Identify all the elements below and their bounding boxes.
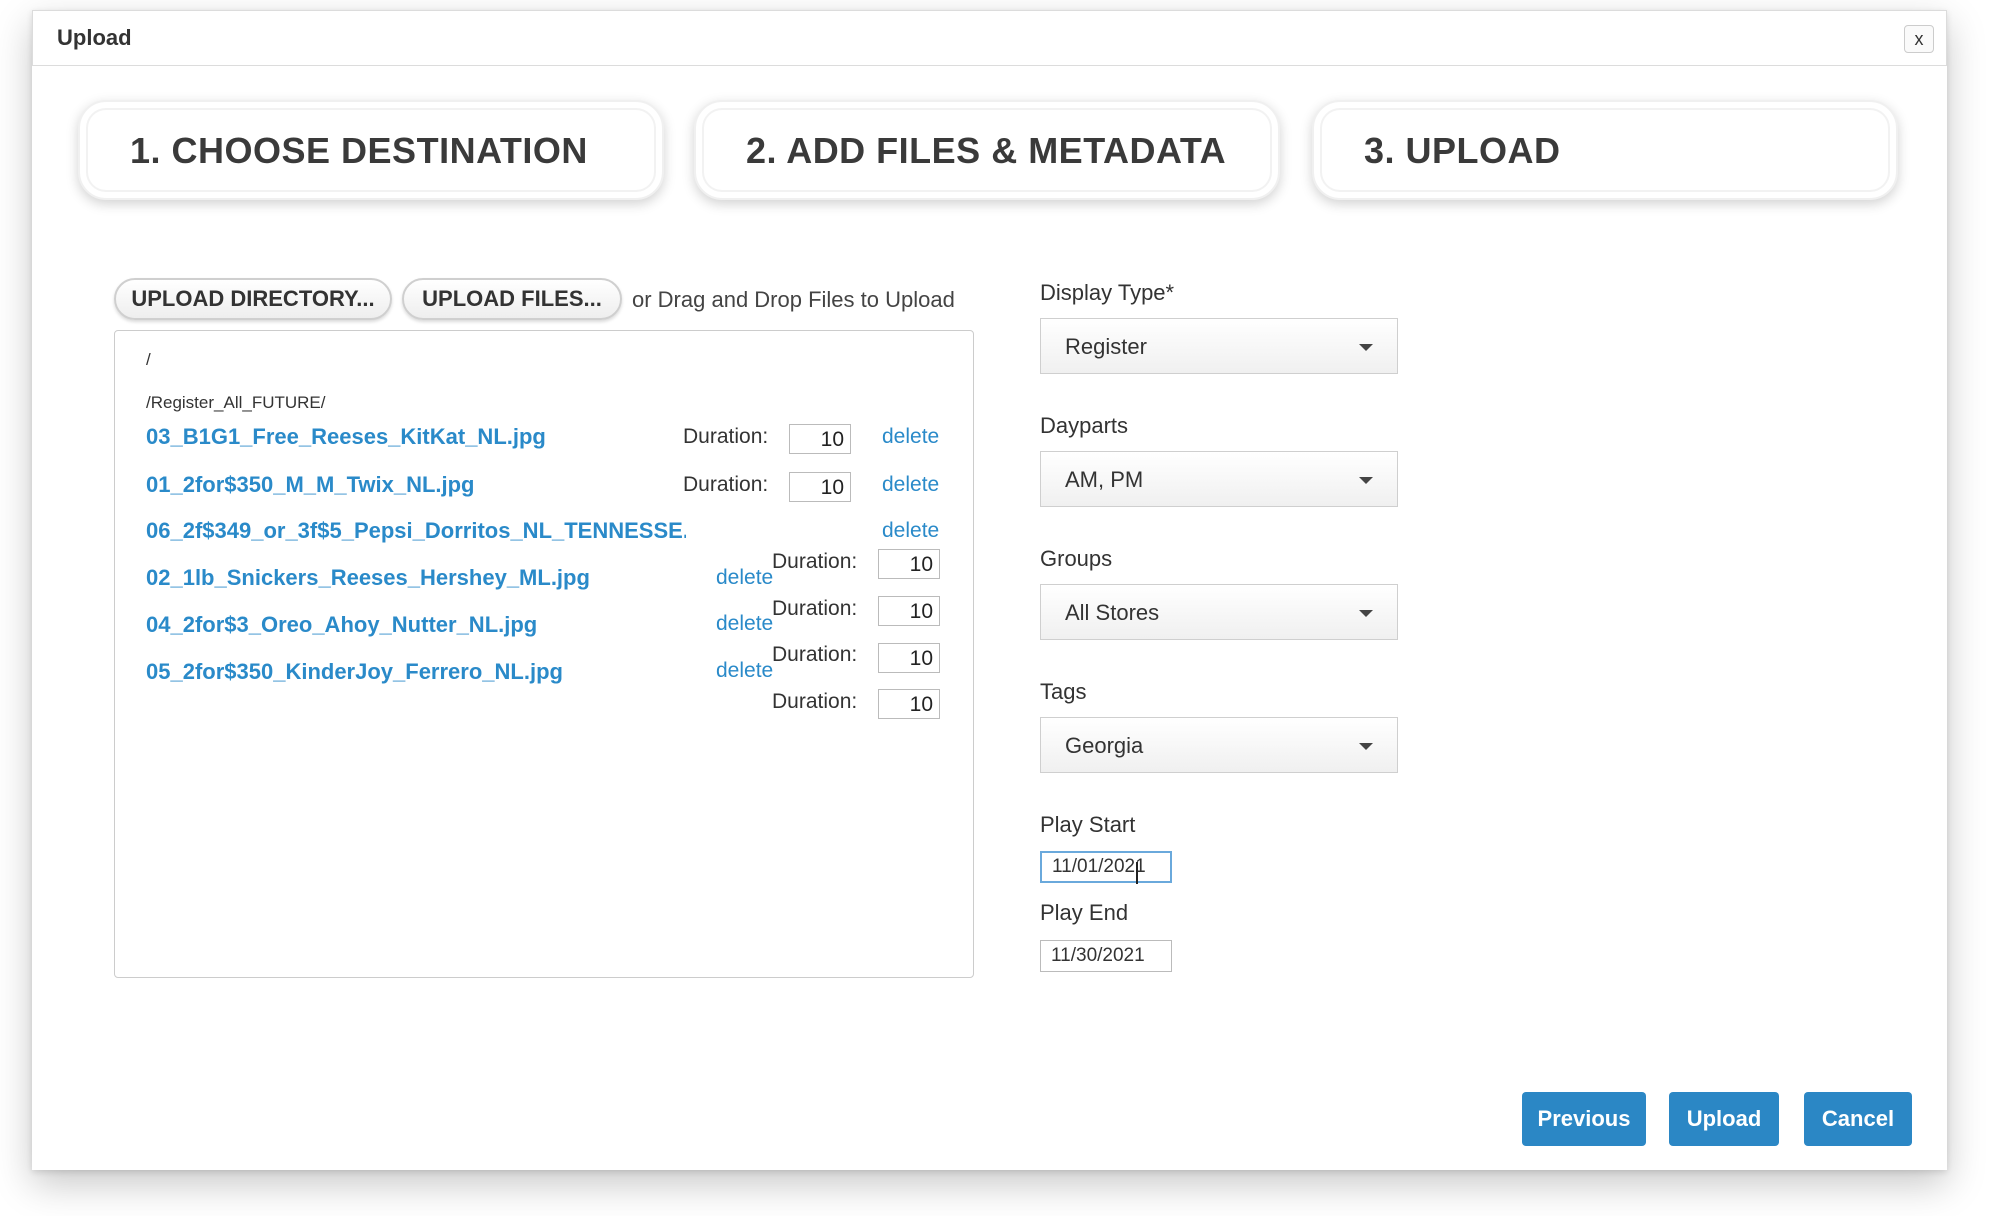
- dialog-titlebar: Upload x: [32, 10, 1947, 66]
- groups-value: All Stores: [1065, 600, 1160, 625]
- chevron-down-icon: [1359, 610, 1373, 617]
- delete-link[interactable]: delete: [882, 425, 939, 449]
- root-path: /: [146, 350, 151, 369]
- chevron-down-icon: [1359, 344, 1373, 351]
- upload-button[interactable]: Upload: [1669, 1092, 1779, 1146]
- duration-input[interactable]: [878, 689, 940, 719]
- step-label: 1. CHOOSE DESTINATION: [130, 130, 588, 171]
- display-type-label: Display Type*: [1040, 280, 1175, 305]
- file-link[interactable]: 04_2for$3_Oreo_Ahoy_Nutter_NL.jpg: [146, 612, 686, 638]
- delete-link[interactable]: delete: [716, 566, 773, 590]
- dayparts-select[interactable]: AM, PM: [1040, 451, 1398, 507]
- delete-link[interactable]: delete: [882, 519, 939, 543]
- duration-label: Duration:: [772, 690, 858, 713]
- cancel-button[interactable]: Cancel: [1804, 1092, 1912, 1146]
- tags-value: Georgia: [1065, 733, 1144, 758]
- delete-link[interactable]: delete: [716, 659, 773, 683]
- tags-select[interactable]: Georgia: [1040, 717, 1398, 773]
- step-choose-destination[interactable]: 1. CHOOSE DESTINATION: [78, 100, 664, 200]
- step-label: 2. ADD FILES & METADATA: [746, 130, 1227, 171]
- folder-path: /Register_All_FUTURE/: [146, 393, 326, 412]
- dayparts-label: Dayparts: [1040, 413, 1129, 438]
- file-link[interactable]: 01_2for$350_M_M_Twix_NL.jpg: [146, 472, 666, 498]
- play-end-label: Play End: [1040, 900, 1129, 925]
- duration-label: Duration:: [683, 425, 769, 448]
- step-upload[interactable]: 3. UPLOAD: [1312, 100, 1898, 200]
- previous-button[interactable]: Previous: [1522, 1092, 1646, 1146]
- play-end-input[interactable]: [1040, 940, 1172, 972]
- step-add-files-metadata[interactable]: 2. ADD FILES & METADATA: [694, 100, 1280, 200]
- delete-link[interactable]: delete: [882, 473, 939, 497]
- tags-label: Tags: [1040, 679, 1087, 704]
- close-button[interactable]: x: [1904, 25, 1934, 53]
- duration-input[interactable]: [878, 549, 940, 579]
- play-start-label: Play Start: [1040, 812, 1136, 837]
- upload-directory-button[interactable]: UPLOAD DIRECTORY...: [114, 278, 392, 320]
- drag-drop-hint: or Drag and Drop Files to Upload: [632, 287, 955, 312]
- play-start-input[interactable]: [1040, 851, 1172, 883]
- chevron-down-icon: [1359, 743, 1373, 750]
- groups-label: Groups: [1040, 546, 1113, 571]
- display-type-value: Register: [1065, 334, 1147, 359]
- duration-input[interactable]: [789, 424, 851, 454]
- upload-files-button[interactable]: UPLOAD FILES...: [402, 278, 622, 320]
- file-link[interactable]: 06_2f$349_or_3f$5_Pepsi_Dorritos_NL_TENN…: [146, 518, 686, 544]
- file-link[interactable]: 05_2for$350_KinderJoy_Ferrero_NL.jpg: [146, 659, 686, 685]
- file-link[interactable]: 03_B1G1_Free_Reeses_KitKat_NL.jpg: [146, 424, 666, 450]
- file-link[interactable]: 02_1lb_Snickers_Reeses_Hershey_ML.jpg: [146, 565, 686, 591]
- dialog-title: Upload: [57, 25, 132, 50]
- duration-input[interactable]: [789, 472, 851, 502]
- groups-select[interactable]: All Stores: [1040, 584, 1398, 640]
- duration-input[interactable]: [878, 643, 940, 673]
- step-label: 3. UPLOAD: [1364, 130, 1561, 171]
- duration-input[interactable]: [878, 596, 940, 626]
- delete-link[interactable]: delete: [716, 612, 773, 636]
- dayparts-value: AM, PM: [1065, 467, 1144, 492]
- duration-label: Duration:: [772, 550, 858, 573]
- duration-label: Duration:: [772, 643, 858, 666]
- display-type-select[interactable]: Register: [1040, 318, 1398, 374]
- duration-label: Duration:: [772, 597, 858, 620]
- duration-label: Duration:: [683, 473, 769, 496]
- text-cursor: [1136, 862, 1138, 884]
- chevron-down-icon: [1359, 477, 1373, 484]
